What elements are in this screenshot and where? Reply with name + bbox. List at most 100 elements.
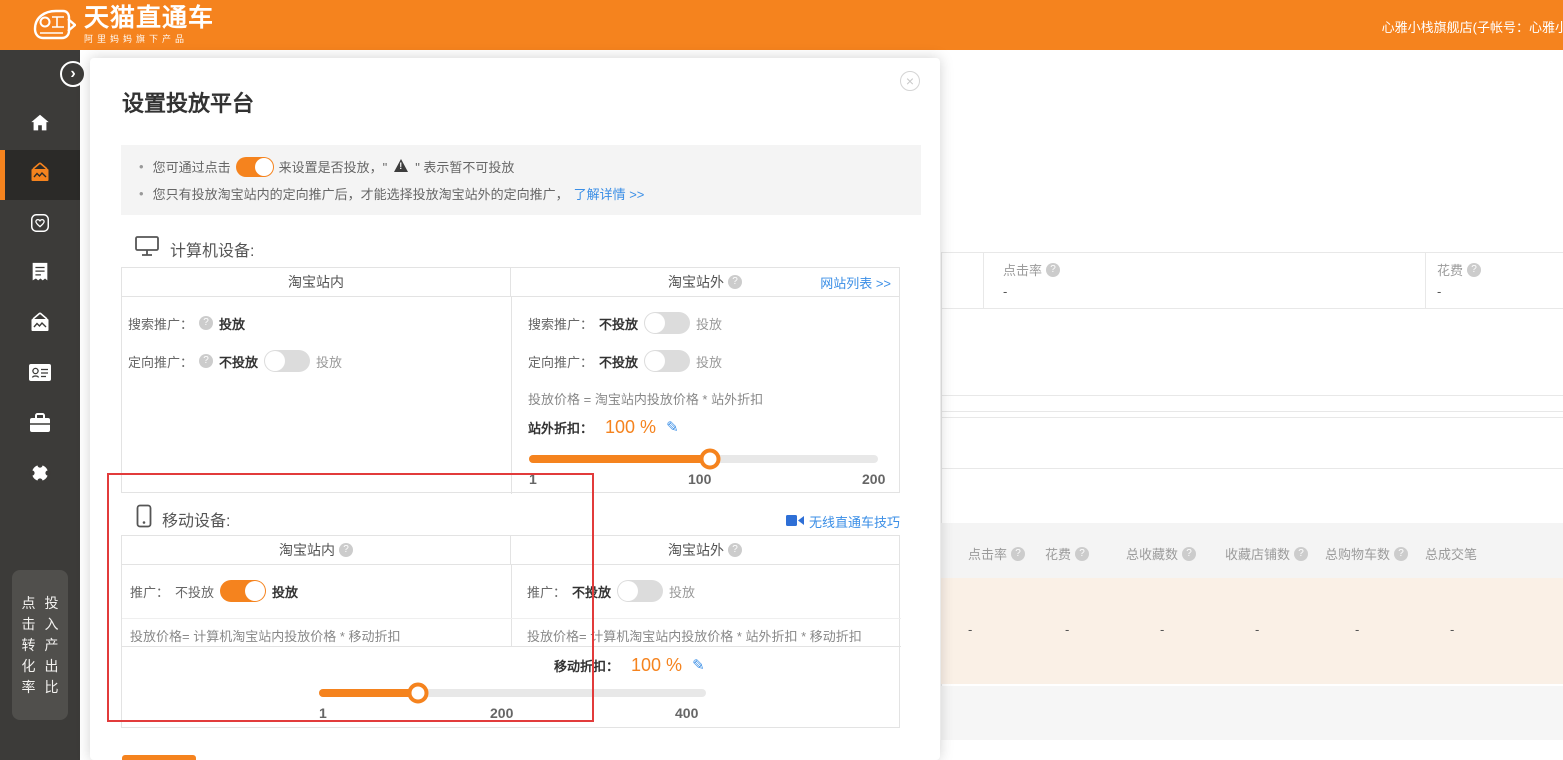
bg-grid-line [941, 308, 1563, 309]
slider-mid-label: 200 [490, 705, 513, 721]
state-text: 不投放 [175, 582, 214, 601]
offsite-discount-slider[interactable] [529, 455, 878, 463]
question-icon[interactable]: ? [1467, 263, 1481, 277]
computer-onsite-header: 淘宝站内 [122, 268, 510, 296]
mobile-onsite-promo-row: 推广： 不投放 投放 [130, 578, 298, 604]
question-icon[interactable]: ? [1011, 547, 1025, 561]
bg-grid-line [941, 395, 1563, 396]
question-icon[interactable]: ? [199, 316, 213, 330]
sidebar-item-creatives[interactable] [0, 300, 80, 350]
mobile-section-header: 移动设备: [136, 504, 230, 533]
question-icon[interactable]: ? [728, 543, 742, 557]
mobile-discount-row: 移动折扣： 100 % ✎ [554, 653, 705, 677]
metric-label: 花费 [1437, 260, 1463, 279]
row-label: 搜索推广： [128, 314, 193, 333]
heart-icon [29, 212, 51, 239]
state-text: 投放 [272, 582, 298, 601]
sidebar-item-tools[interactable] [0, 400, 80, 450]
slider-handle[interactable] [408, 683, 429, 704]
learn-more-link[interactable]: 了解详情 >> [574, 184, 645, 203]
slider-handle[interactable] [700, 449, 721, 470]
metric-label: 点击率 [1003, 260, 1042, 279]
sidebar-item-home[interactable] [0, 100, 80, 150]
question-icon[interactable]: ? [199, 354, 213, 368]
question-icon[interactable]: ? [1294, 547, 1308, 561]
col-header-label: 总购物车数 [1325, 544, 1390, 563]
link-label: 无线直通车技巧 [809, 512, 900, 531]
sidebar: › [0, 50, 80, 760]
sidebar-item-reports[interactable] [0, 250, 80, 300]
row-label: 搜索推广： [528, 314, 593, 333]
question-icon[interactable]: ? [1182, 547, 1196, 561]
bullet-icon: • [139, 159, 144, 174]
mobile-offsite-header: 淘宝站外 ? [510, 536, 899, 564]
edit-pencil-icon[interactable]: ✎ [692, 656, 705, 674]
state-text: 不投放 [599, 314, 638, 333]
mobile-offsite-promo-toggle[interactable] [617, 580, 663, 602]
metric-roi: 投入产出比 [44, 593, 60, 698]
bg-col-header: 花费? [1045, 544, 1089, 563]
state-text: 投放 [696, 352, 722, 371]
discount-value: 100 % [605, 417, 656, 438]
bg-row-value: - [1065, 622, 1069, 637]
computer-onsite-target-toggle[interactable] [264, 350, 310, 372]
example-toggle [236, 157, 274, 177]
section-title: 计算机设备: [170, 237, 254, 261]
monitor-icon [134, 235, 160, 262]
computer-offsite-target-toggle[interactable] [644, 350, 690, 372]
website-list-link[interactable]: 网站列表 >> [820, 273, 891, 292]
edit-pencil-icon[interactable]: ✎ [666, 418, 679, 436]
briefcase-icon [28, 412, 52, 439]
question-icon[interactable]: ? [1394, 547, 1408, 561]
sidebar-item-favorites[interactable] [0, 200, 80, 250]
sidebar-item-account[interactable] [0, 350, 80, 400]
sidebar-item-apps[interactable] [0, 450, 80, 500]
question-icon[interactable]: ? [1075, 547, 1089, 561]
bg-row-value: - [1255, 622, 1259, 637]
mobile-table: 淘宝站内 ? 淘宝站外 ? 推广： 不投放 投放 推广： 不投放 投放 [121, 535, 900, 728]
computer-section-header: 计算机设备: [134, 235, 254, 262]
row-label: 定向推广： [528, 352, 593, 371]
question-icon[interactable]: ? [339, 543, 353, 557]
question-icon[interactable]: ? [728, 275, 742, 289]
wireless-tips-link[interactable]: 无线直通车技巧 [786, 512, 900, 531]
note-text: 您可通过点击 [153, 157, 231, 176]
offsite-price-formula: 投放价格 = 淘宝站内投放价格 * 站外折扣 [528, 389, 763, 408]
sidebar-metrics-panel[interactable]: 点击转化率 投入产出比 [12, 570, 68, 720]
offsite-discount-row: 站外折扣： 100 % ✎ [528, 414, 679, 440]
bg-grid-line [941, 468, 1563, 469]
slider-max-label: 200 [862, 471, 885, 487]
col-header-label: 总成交笔 [1425, 544, 1477, 563]
account-name[interactable]: 心雅小栈旗舰店(子帐号：心雅小栈 [1382, 17, 1563, 36]
sidebar-item-campaigns[interactable] [0, 150, 80, 200]
mobile-onsite-header: 淘宝站内 ? [122, 536, 510, 564]
note-line-1: • 您可通过点击 来设置是否投放，" " 表示暂不可投放 [139, 153, 903, 180]
receipt-icon [30, 262, 50, 289]
mobile-discount-slider[interactable] [319, 689, 706, 697]
computer-offsite-search-toggle[interactable] [644, 312, 690, 334]
save-button[interactable] [122, 755, 196, 760]
slider-mid-label: 100 [688, 471, 711, 487]
slider-min-label: 1 [319, 705, 327, 721]
mobile-onsite-promo-toggle[interactable] [220, 580, 266, 602]
bg-grid-line [983, 252, 984, 308]
sidebar-expand-button[interactable]: › [60, 61, 86, 87]
bg-col-header: 总购物车数? [1325, 544, 1408, 563]
slider-min-label: 1 [529, 471, 537, 487]
id-card-icon [28, 363, 52, 388]
discount-label: 移动折扣： [554, 656, 619, 675]
close-icon[interactable]: × [900, 71, 920, 91]
metric-click-conversion: 点击转化率 [21, 593, 37, 698]
bg-highlight-row[interactable] [941, 578, 1563, 684]
mobile-formula-band: 投放价格= 计算机淘宝站内投放价格 * 移动折扣 投放价格= 计算机淘宝站内投放… [122, 618, 901, 646]
state-text: 不投放 [219, 352, 258, 371]
brand[interactable]: 天猫直通车 阿里妈妈旗下产品 [30, 3, 214, 47]
bg-row-band [941, 686, 1563, 740]
col-header-label: 总收藏数 [1126, 544, 1178, 563]
col-title: 淘宝站外 [668, 540, 724, 560]
col-header-label: 花费 [1045, 544, 1071, 563]
train-logo-icon [30, 3, 76, 47]
bg-metric-cost-value: - [1437, 284, 1441, 299]
question-icon[interactable]: ? [1046, 263, 1060, 277]
col-title: 淘宝站内 [288, 272, 344, 292]
